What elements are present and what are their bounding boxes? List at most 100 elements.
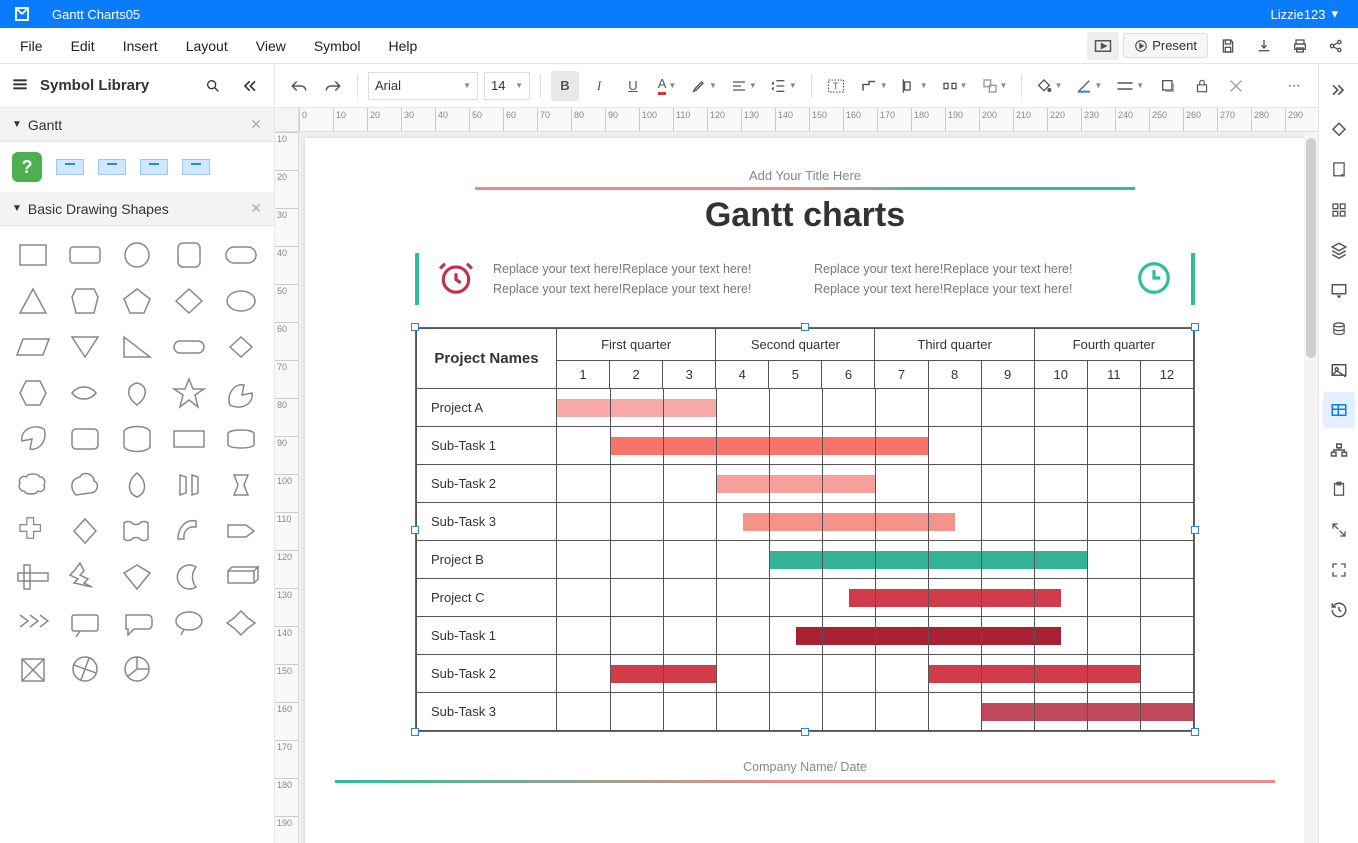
fit-button[interactable] xyxy=(1323,552,1355,588)
align-objects-button[interactable]: ▼ xyxy=(898,71,932,101)
gantt-bar[interactable] xyxy=(557,399,716,417)
distribute-button[interactable]: ▼ xyxy=(938,71,972,101)
menu-insert[interactable]: Insert xyxy=(109,32,172,60)
shape-item[interactable] xyxy=(216,326,266,368)
shape-item[interactable] xyxy=(8,280,58,322)
shape-item[interactable] xyxy=(164,510,214,552)
shape-item[interactable] xyxy=(60,418,110,460)
subtitle[interactable]: Add Your Title Here xyxy=(335,168,1275,183)
shape-item[interactable] xyxy=(112,234,162,276)
shape-item[interactable] xyxy=(8,510,58,552)
image-button[interactable] xyxy=(1323,352,1355,388)
info-text-1[interactable]: Replace your text here!Replace your text… xyxy=(493,259,796,299)
page-setup-button[interactable] xyxy=(1323,152,1355,188)
close-icon[interactable]: ✕ xyxy=(250,200,262,217)
shape-item[interactable] xyxy=(216,510,266,552)
page-title[interactable]: Gantt charts xyxy=(335,196,1275,235)
selection-handle[interactable] xyxy=(411,323,419,331)
history-button[interactable] xyxy=(1323,592,1355,628)
hierarchy-button[interactable] xyxy=(1323,432,1355,468)
gantt-bar[interactable] xyxy=(849,589,1061,607)
menu-layout[interactable]: Layout xyxy=(172,32,242,60)
clipboard-button[interactable] xyxy=(1323,472,1355,508)
gantt-shape-1[interactable] xyxy=(56,159,84,175)
section-basic-shapes[interactable]: ▼ Basic Drawing Shapes ✕ xyxy=(0,192,274,226)
menu-file[interactable]: File xyxy=(6,32,57,60)
gantt-shape-2[interactable] xyxy=(98,159,126,175)
canvas-scroll[interactable]: Add Your Title Here Gantt charts Replace… xyxy=(299,132,1318,843)
presentation-button[interactable] xyxy=(1323,272,1355,308)
shape-item[interactable] xyxy=(8,464,58,506)
shape-item[interactable] xyxy=(8,234,58,276)
line-style-button[interactable]: ▼ xyxy=(1112,71,1148,101)
redo-button[interactable] xyxy=(319,71,347,101)
selection-handle[interactable] xyxy=(1191,323,1199,331)
data-button[interactable] xyxy=(1323,312,1355,348)
resize-button[interactable] xyxy=(1323,512,1355,548)
shape-item[interactable] xyxy=(216,372,266,414)
gantt-chart[interactable]: Project Names First quarter Second quart… xyxy=(415,327,1195,732)
gantt-shape-4[interactable] xyxy=(182,159,210,175)
expand-rail-button[interactable] xyxy=(1323,72,1355,108)
selection-handle[interactable] xyxy=(801,323,809,331)
underline-button[interactable]: U xyxy=(619,71,647,101)
menu-view[interactable]: View xyxy=(242,32,300,60)
share-button[interactable] xyxy=(1320,32,1352,60)
connector-button[interactable]: ▼ xyxy=(856,71,892,101)
close-icon[interactable]: ✕ xyxy=(250,116,262,133)
shape-item[interactable] xyxy=(164,326,214,368)
shape-item[interactable] xyxy=(164,464,214,506)
shape-item[interactable] xyxy=(112,556,162,598)
collapse-library-button[interactable] xyxy=(236,73,262,99)
present-button[interactable]: Present xyxy=(1123,33,1208,58)
shape-item[interactable] xyxy=(60,464,110,506)
theme-button[interactable] xyxy=(1323,112,1355,148)
align-button[interactable]: ▼ xyxy=(727,71,761,101)
shape-item[interactable] xyxy=(112,418,162,460)
shape-item[interactable] xyxy=(112,372,162,414)
save-button[interactable] xyxy=(1212,32,1244,60)
shape-item[interactable] xyxy=(112,280,162,322)
tools-button[interactable] xyxy=(1222,71,1250,101)
shape-item[interactable] xyxy=(60,372,110,414)
shadow-button[interactable] xyxy=(1154,71,1182,101)
shape-item[interactable] xyxy=(164,280,214,322)
more-button[interactable]: ⋯ xyxy=(1280,71,1308,101)
shape-item[interactable] xyxy=(60,602,110,644)
shape-item[interactable] xyxy=(112,510,162,552)
print-button[interactable] xyxy=(1284,32,1316,60)
selection-handle[interactable] xyxy=(411,728,419,736)
shape-item[interactable] xyxy=(8,372,58,414)
lock-button[interactable] xyxy=(1188,71,1216,101)
menu-help[interactable]: Help xyxy=(375,32,432,60)
gantt-bar[interactable] xyxy=(716,475,875,493)
fill-button[interactable]: ▼ xyxy=(1032,71,1066,101)
shape-item[interactable] xyxy=(164,418,214,460)
shape-item[interactable] xyxy=(60,326,110,368)
undo-button[interactable] xyxy=(285,71,313,101)
shape-item[interactable] xyxy=(112,602,162,644)
line-spacing-button[interactable]: ▼ xyxy=(767,71,801,101)
shape-item[interactable] xyxy=(8,556,58,598)
menu-symbol[interactable]: Symbol xyxy=(300,32,375,60)
shape-item[interactable] xyxy=(60,280,110,322)
section-gantt[interactable]: ▼ Gantt ✕ xyxy=(0,108,274,142)
shape-item[interactable] xyxy=(216,280,266,322)
shape-item[interactable] xyxy=(60,648,110,690)
shape-item[interactable] xyxy=(216,234,266,276)
line-color-button[interactable]: ▼ xyxy=(1072,71,1106,101)
search-library-button[interactable] xyxy=(200,73,226,99)
shape-item[interactable] xyxy=(112,326,162,368)
slideshow-button[interactable] xyxy=(1087,32,1119,60)
shape-item[interactable] xyxy=(164,234,214,276)
bold-button[interactable]: B xyxy=(551,71,579,101)
shape-item[interactable] xyxy=(164,372,214,414)
shape-item[interactable] xyxy=(8,326,58,368)
group-button[interactable]: ▼ xyxy=(978,71,1012,101)
font-color-button[interactable]: A▼ xyxy=(653,71,681,101)
font-size-select[interactable]: 14▼ xyxy=(484,72,530,100)
scrollbar-vertical[interactable] xyxy=(1304,132,1318,843)
shape-item[interactable] xyxy=(216,418,266,460)
italic-button[interactable]: I xyxy=(585,71,613,101)
components-button[interactable] xyxy=(1323,192,1355,228)
